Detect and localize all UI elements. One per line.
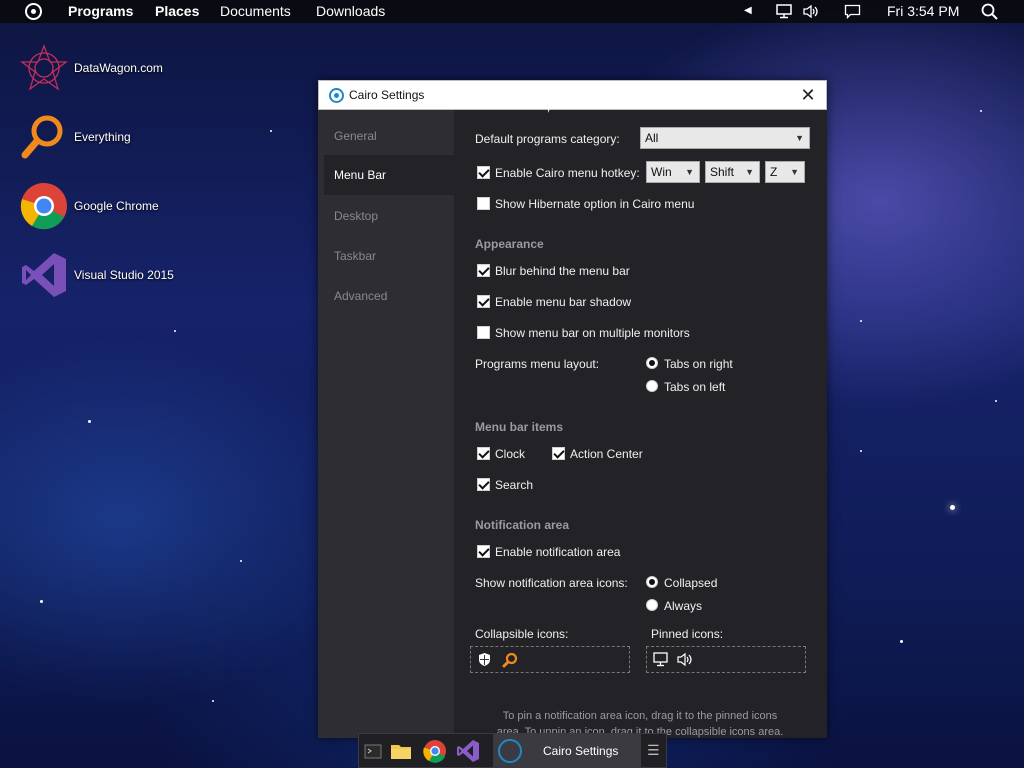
action-center-checkbox[interactable] <box>552 447 565 460</box>
chevron-down-icon: ▼ <box>790 167 799 177</box>
everything-search-icon <box>20 113 68 161</box>
action-center-icon[interactable] <box>844 4 862 22</box>
desktop-icon-label: Visual Studio 2015 <box>74 268 174 282</box>
default-programs-select[interactable]: All ▼ <box>640 127 810 149</box>
hibernate-checkbox[interactable] <box>477 197 490 210</box>
chrome-icon[interactable] <box>423 739 447 763</box>
multi-monitor-label: Show menu bar on multiple monitors <box>495 326 690 340</box>
desktop-icon-label: DataWagon.com <box>74 61 163 75</box>
search-label: Search <box>495 478 534 492</box>
desktop-icon-label: Google Chrome <box>74 199 159 213</box>
hotkey-checkbox[interactable] <box>477 166 490 179</box>
hotkey-mod2-select[interactable]: Shift ▼ <box>705 161 760 183</box>
layout-left-radio[interactable] <box>646 380 658 392</box>
desktop-icon-label: Everything <box>74 130 131 144</box>
close-icon: ✕ <box>800 85 816 105</box>
clock-label: Clock <box>495 447 526 461</box>
chevron-down-icon: ▼ <box>745 167 754 177</box>
volume-icon[interactable] <box>676 652 693 670</box>
network-icon[interactable] <box>776 4 794 22</box>
collapsible-icons-area[interactable] <box>470 646 630 673</box>
chevron-down-icon: ▼ <box>795 133 804 143</box>
appearance-header: Appearance <box>475 237 544 251</box>
notif-icons-label: Show notification area icons: <box>475 576 628 590</box>
collapsed-radio[interactable] <box>646 576 658 588</box>
action-center-label: Action Center <box>570 447 643 461</box>
chrome-icon <box>20 182 68 230</box>
tab-general[interactable]: General <box>334 129 377 143</box>
desktop-icon-everything[interactable]: Everything <box>20 111 220 163</box>
datawagon-icon <box>20 44 68 92</box>
collapsed-label: Collapsed <box>664 576 718 590</box>
tab-advanced[interactable]: Advanced <box>334 289 387 303</box>
hotkey-label: Enable Cairo menu hotkey: <box>495 166 640 180</box>
shadow-checkbox[interactable] <box>477 295 490 308</box>
always-radio[interactable] <box>646 599 658 611</box>
taskbar-item-label: Cairo Settings <box>543 744 619 758</box>
mouse-cursor <box>548 97 555 113</box>
collapsible-label: Collapsible icons: <box>475 627 569 641</box>
layout-label: Programs menu layout: <box>475 357 600 371</box>
hamburger-menu-icon[interactable]: ☰ <box>647 742 660 759</box>
back-arrow-icon[interactable]: ◀ <box>744 5 752 16</box>
layout-right-label: Tabs on right <box>664 357 733 371</box>
close-button[interactable]: ✕ <box>798 85 818 105</box>
menu-bar: Programs Places Documents Downloads ◀ Fr… <box>0 0 1024 23</box>
hotkey-mod1-select[interactable]: Win ▼ <box>646 161 700 183</box>
pinned-label: Pinned icons: <box>651 627 724 641</box>
always-label: Always <box>664 599 703 613</box>
search-checkbox[interactable] <box>477 478 490 491</box>
network-icon[interactable] <box>653 652 669 670</box>
layout-left-label: Tabs on left <box>664 380 726 394</box>
desktop-icon-datawagon[interactable]: DataWagon.com <box>20 42 220 94</box>
select-value: Z <box>770 165 778 179</box>
terminal-icon[interactable] <box>361 739 385 763</box>
desktop-icon-visual-studio[interactable]: Visual Studio 2015 <box>20 249 220 301</box>
shadow-label: Enable menu bar shadow <box>495 295 632 309</box>
settings-sidebar: General Menu Bar Desktop Taskbar Advance… <box>318 110 454 738</box>
everything-search-icon[interactable] <box>502 652 518 671</box>
enable-notification-label: Enable notification area <box>495 545 621 559</box>
clock[interactable]: Fri 3:54 PM <box>887 3 959 19</box>
select-value: All <box>645 131 659 145</box>
select-value: Shift <box>710 165 735 179</box>
default-programs-label: Default programs category: <box>475 132 620 146</box>
pinned-icons-area[interactable] <box>646 646 806 673</box>
window-titlebar[interactable]: Cairo Settings ✕ <box>318 80 827 110</box>
window-title: Cairo Settings <box>349 88 425 102</box>
layout-right-radio[interactable] <box>646 357 658 369</box>
cairo-icon <box>329 88 344 103</box>
volume-icon[interactable] <box>802 4 820 22</box>
chevron-down-icon: ▼ <box>685 167 694 177</box>
select-value: Win <box>651 165 672 179</box>
enable-notification-checkbox[interactable] <box>477 545 490 558</box>
menu-places[interactable]: Places <box>155 3 199 19</box>
tab-taskbar[interactable]: Taskbar <box>334 249 376 263</box>
menu-documents[interactable]: Documents <box>220 3 291 19</box>
blur-label: Blur behind the menu bar <box>495 264 630 278</box>
blur-checkbox[interactable] <box>477 264 490 277</box>
notification-header: Notification area <box>475 518 570 532</box>
cairo-logo-icon[interactable] <box>25 3 42 20</box>
tab-menu-bar[interactable]: Menu Bar <box>324 155 454 195</box>
cairo-icon <box>498 739 522 763</box>
hibernate-label: Show Hibernate option in Cairo menu <box>495 197 695 211</box>
search-icon[interactable] <box>981 3 999 23</box>
tab-desktop[interactable]: Desktop <box>334 209 378 223</box>
clock-checkbox[interactable] <box>477 447 490 460</box>
menu-downloads[interactable]: Downloads <box>316 3 385 19</box>
file-explorer-icon[interactable] <box>389 739 413 763</box>
security-shield-icon[interactable] <box>477 652 492 670</box>
menu-programs[interactable]: Programs <box>68 3 133 19</box>
menu-items-header: Menu bar items <box>475 420 564 434</box>
hotkey-key-select[interactable]: Z ▼ <box>765 161 805 183</box>
settings-content: Default programs category: All ▼ Enable … <box>454 110 827 738</box>
taskbar: Cairo Settings ☰ <box>358 733 667 768</box>
visual-studio-icon[interactable] <box>456 739 480 763</box>
multi-monitor-checkbox[interactable] <box>477 326 490 339</box>
settings-window: Cairo Settings ✕ General Menu Bar Deskto… <box>318 80 827 738</box>
visual-studio-icon <box>20 251 68 299</box>
desktop-icon-chrome[interactable]: Google Chrome <box>20 180 220 232</box>
